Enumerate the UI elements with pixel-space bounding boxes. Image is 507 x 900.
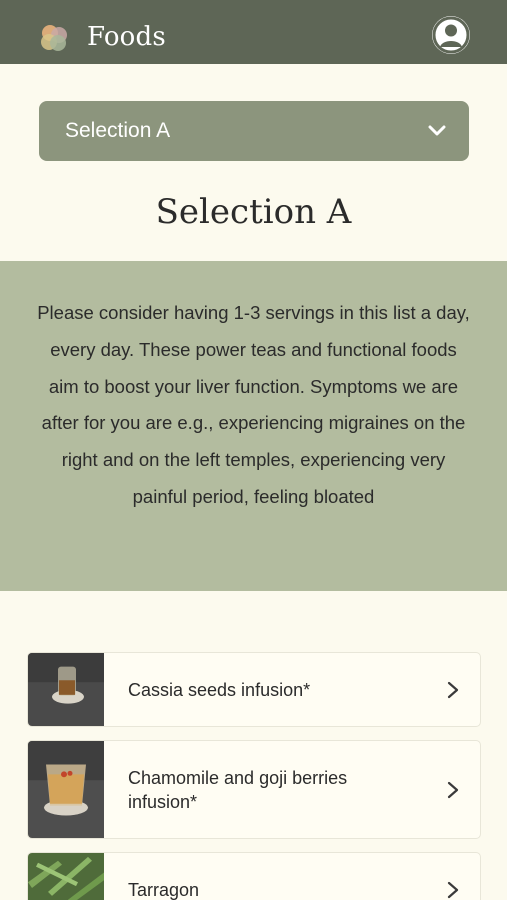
food-item-name: Cassia seeds infusion* (128, 680, 311, 700)
user-profile-icon (432, 16, 470, 54)
chevron-down-icon (428, 125, 446, 136)
food-item-name: Tarragon (128, 880, 200, 900)
food-item-name: Chamomile and goji berries infusion* (128, 768, 348, 812)
info-text: Please consider having 1-3 servings in t… (37, 302, 470, 507)
tarragon-photo (28, 853, 104, 900)
selection-dropdown[interactable]: Selection A (39, 101, 469, 161)
profile-button[interactable] (432, 16, 470, 54)
chevron-right-icon (447, 681, 459, 699)
page-title: Selection A (155, 192, 352, 232)
selection-dropdown-value: Selection A (65, 119, 171, 142)
cassia-seeds-infusion-photo (28, 653, 104, 726)
chevron-right-icon (447, 881, 459, 899)
food-item-cassia-seeds[interactable]: Cassia seeds infusion* (27, 652, 481, 727)
app-header: Foods (0, 0, 507, 64)
app-title: Foods (87, 22, 166, 52)
petals-logo-icon (41, 25, 67, 51)
chamomile-goji-infusion-photo (28, 741, 104, 838)
chevron-right-icon (447, 781, 459, 799)
food-item-tarragon[interactable]: Tarragon (27, 852, 481, 900)
food-item-chamomile-goji[interactable]: Chamomile and goji berries infusion* (27, 740, 481, 839)
